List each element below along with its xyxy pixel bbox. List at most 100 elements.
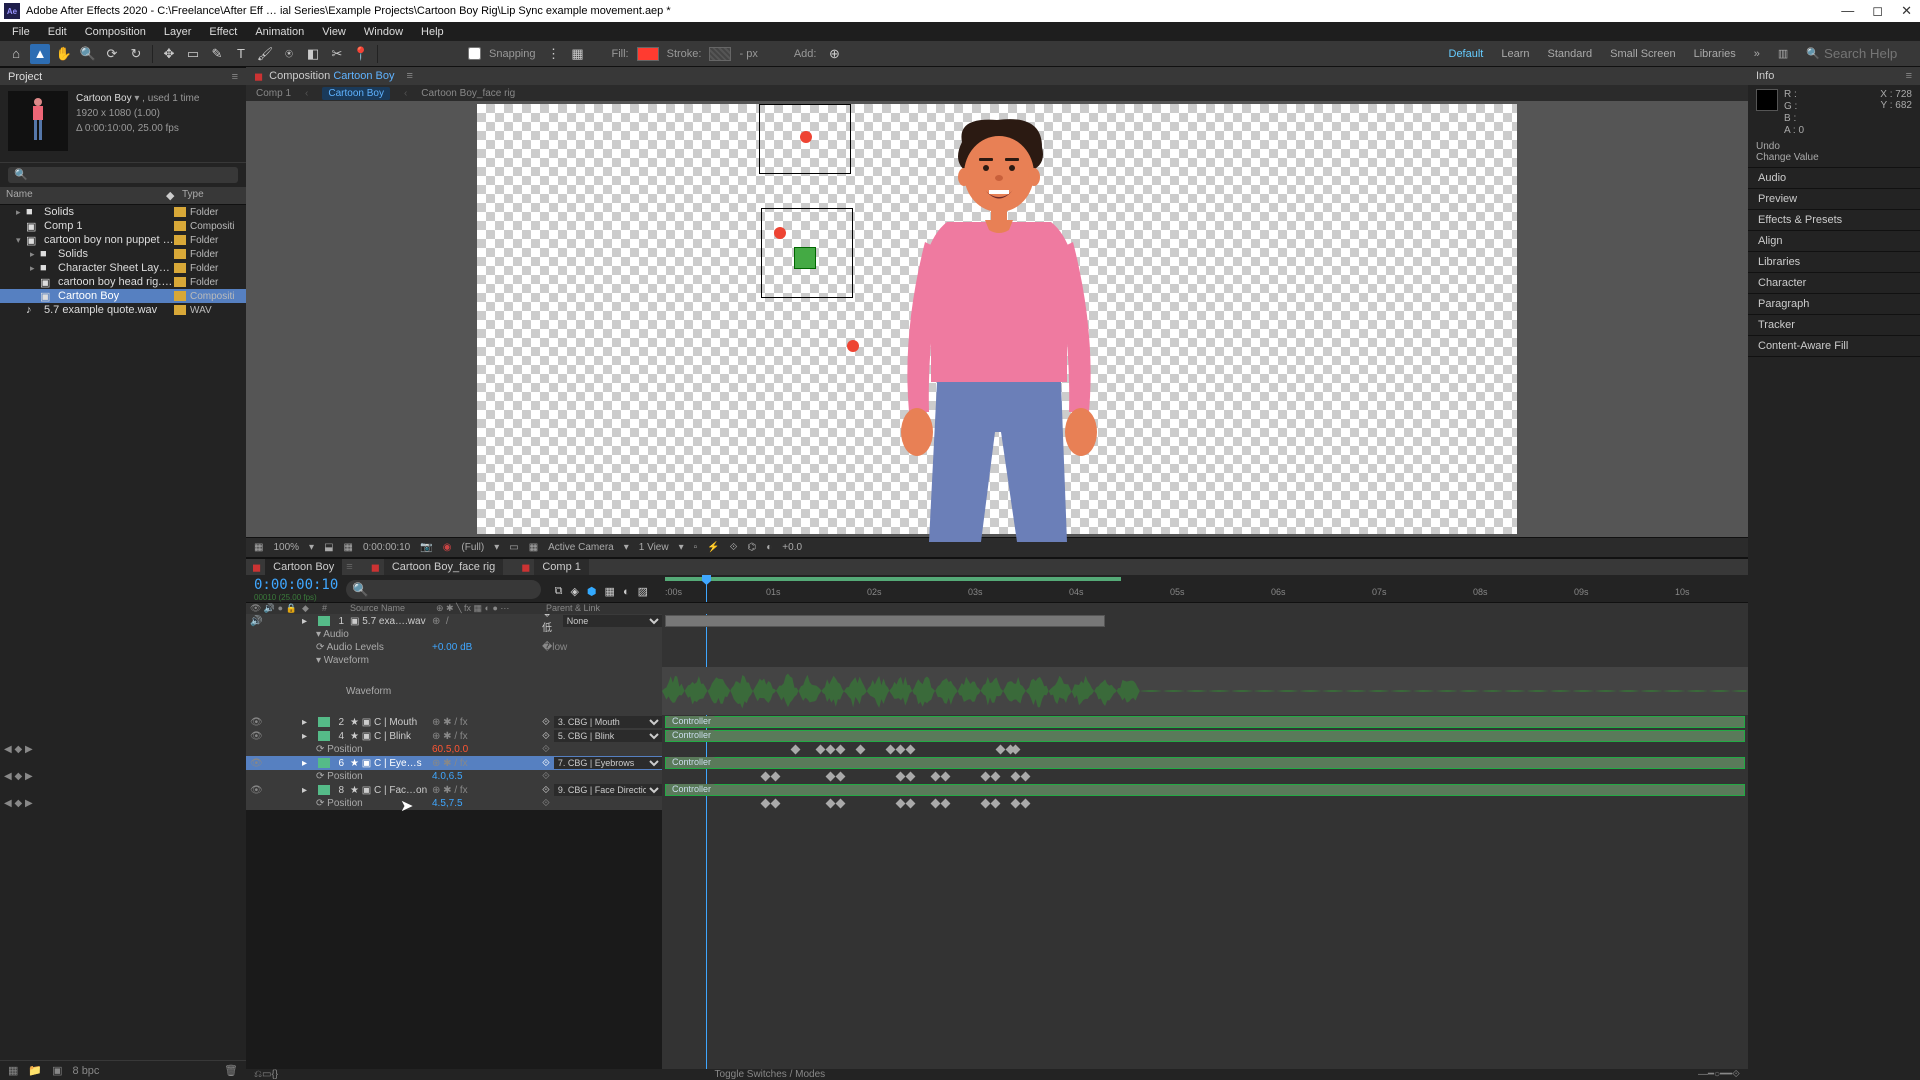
col-type-header[interactable]: Type xyxy=(182,189,240,202)
timeline-tab-comp1[interactable]: Comp 1 xyxy=(534,559,589,575)
channel-icon[interactable]: ◉ xyxy=(443,542,452,553)
panel-audio[interactable]: Audio xyxy=(1748,168,1920,189)
close-button[interactable]: ✕ xyxy=(1901,3,1912,19)
comp-panel-tab[interactable]: ◼ Composition Cartoon Boy ≡ xyxy=(246,67,1748,85)
col-modes[interactable]: ⊕ ✱ ╲ fx ▦ ◐ ● ⋯ xyxy=(432,603,542,614)
motion-blur-icon[interactable]: ◐ xyxy=(623,586,630,598)
snap-opt-icon[interactable]: ⋮ xyxy=(544,44,564,64)
track-row[interactable]: Controller xyxy=(662,729,1748,743)
project-item[interactable]: ▸■SolidsFolder xyxy=(0,247,246,261)
crumb-cartoon-boy[interactable]: Cartoon Boy xyxy=(322,87,390,100)
menu-effect[interactable]: Effect xyxy=(201,24,245,40)
exposure-value[interactable]: +0.0 xyxy=(782,542,802,553)
new-comp-icon[interactable]: ▣ xyxy=(52,1064,62,1077)
menu-animation[interactable]: Animation xyxy=(247,24,312,40)
timeline-search-input[interactable] xyxy=(346,580,540,599)
timeline-row[interactable]: ⟳ Audio Levels+0.00 dB�low xyxy=(246,641,662,654)
project-search-input[interactable] xyxy=(8,167,238,183)
timeline-row[interactable]: 👁▸2★ ▣ C | Mouth⊕ ✱ / fx⟐ 3. CBG | Mouth xyxy=(246,715,662,729)
toggle-expr-icon[interactable]: {} xyxy=(271,1069,278,1080)
mouth-controller-box[interactable] xyxy=(759,104,851,174)
col-label-icon[interactable]: ◆ xyxy=(166,189,182,202)
toggle-switches-modes[interactable]: Toggle Switches / Modes xyxy=(715,1069,826,1080)
zoom-slider[interactable]: ━○━━ xyxy=(1708,1069,1732,1080)
eraser-tool[interactable]: ◧ xyxy=(303,44,323,64)
always-preview-icon[interactable]: ▦ xyxy=(254,542,263,553)
stroke-swatch[interactable] xyxy=(709,47,731,61)
zoom-tool[interactable]: 🔍 xyxy=(78,44,98,64)
comp-mini-flowchart-icon[interactable]: ⧉ xyxy=(555,585,563,598)
snap-grid-icon[interactable]: ▦ xyxy=(568,44,588,64)
project-item[interactable]: ▾▣cartoon boy non puppet pin.aepFolder xyxy=(0,233,246,247)
resolution-menu[interactable]: (Full) xyxy=(461,542,484,553)
workspace-smallscreen[interactable]: Small Screen xyxy=(1610,48,1675,60)
maximize-button[interactable]: ◻ xyxy=(1872,3,1883,19)
col-name-header[interactable]: Name xyxy=(6,189,166,202)
toggle-clip-icon[interactable]: ▭ xyxy=(262,1069,271,1080)
timeline-row[interactable]: ◀ ◆ ▶⟳ Position4.5,7.5⟐ xyxy=(246,797,662,810)
panel-content-aware-fill[interactable]: Content-Aware Fill xyxy=(1748,336,1920,357)
info-panel-menu-icon[interactable]: ≡ xyxy=(1906,70,1912,82)
timeline-row[interactable]: 👁▸4★ ▣ C | Blink⊕ ✱ / fx⟐ 5. CBG | Blink xyxy=(246,729,662,743)
timeline-tab-cartoon-boy[interactable]: Cartoon Boy xyxy=(265,559,342,575)
work-area-bar[interactable] xyxy=(665,577,1121,581)
frame-blend-icon[interactable]: ▦ xyxy=(605,585,615,598)
col-source-name[interactable]: Source Name xyxy=(346,603,432,614)
res-half-icon[interactable]: ⬓ xyxy=(324,542,333,553)
crumb-face-rig[interactable]: Cartoon Boy_face rig xyxy=(421,88,515,99)
track-row[interactable] xyxy=(662,628,1748,641)
home-button[interactable]: ⌂ xyxy=(6,44,26,64)
face-joystick-handle[interactable] xyxy=(794,247,816,269)
stroke-px[interactable]: - px xyxy=(739,48,757,60)
timeline-row[interactable]: Waveform xyxy=(246,667,662,715)
timeline-row[interactable]: ▾ Audio xyxy=(246,628,662,641)
track-row[interactable]: Controller xyxy=(662,715,1748,729)
pixel-aspect-icon[interactable]: ▫ xyxy=(694,542,698,553)
panel-paragraph[interactable]: Paragraph xyxy=(1748,294,1920,315)
track-row[interactable] xyxy=(662,797,1748,810)
project-item[interactable]: ▸■Character Sheet LayersFolder xyxy=(0,261,246,275)
zoom-out-icon[interactable]: — xyxy=(1698,1069,1708,1080)
workspace-libraries[interactable]: Libraries xyxy=(1694,48,1736,60)
transparency-icon[interactable]: ▦ xyxy=(529,542,538,553)
panel-libraries[interactable]: Libraries xyxy=(1748,252,1920,273)
toggle-hold-icon[interactable]: ⎌ xyxy=(254,1069,262,1080)
anchor-tool[interactable]: ✥ xyxy=(159,44,179,64)
reset-workspace-icon[interactable]: ▥ xyxy=(1778,47,1788,60)
workspace-learn[interactable]: Learn xyxy=(1501,48,1529,60)
panel-tracker[interactable]: Tracker xyxy=(1748,315,1920,336)
menu-composition[interactable]: Composition xyxy=(77,24,154,40)
clone-tool[interactable]: ⍟ xyxy=(279,44,299,64)
info-panel-tab[interactable]: Info≡ xyxy=(1748,67,1920,85)
viewer-timecode[interactable]: 0:00:00:10 xyxy=(363,542,410,553)
menu-view[interactable]: View xyxy=(314,24,354,40)
track-row[interactable]: Controller xyxy=(662,783,1748,797)
project-panel-tab[interactable]: Project≡ xyxy=(0,67,246,85)
type-tool[interactable]: T xyxy=(231,44,251,64)
timeline-row[interactable]: ▾ Waveform xyxy=(246,654,662,667)
track-row[interactable] xyxy=(662,667,1748,715)
track-row[interactable] xyxy=(662,654,1748,667)
track-row[interactable] xyxy=(662,641,1748,654)
menu-edit[interactable]: Edit xyxy=(40,24,75,40)
timeline-row[interactable]: ◀ ◆ ▶⟳ Position60.5,0.0⟐ xyxy=(246,743,662,756)
puppet-tool[interactable]: 📍 xyxy=(351,44,371,64)
track-row[interactable] xyxy=(662,614,1748,628)
new-folder-icon[interactable]: 📁 xyxy=(28,1064,42,1077)
snapshot-icon[interactable]: 📷 xyxy=(420,542,432,553)
project-item[interactable]: ▸■SolidsFolder xyxy=(0,205,246,219)
track-row[interactable] xyxy=(662,770,1748,783)
trash-icon[interactable]: 🗑 xyxy=(224,1064,238,1077)
timeline-row[interactable]: ◀ ◆ ▶⟳ Position4.0,6.5⟐ xyxy=(246,770,662,783)
brush-tool[interactable]: 🖌 xyxy=(255,44,275,64)
res-grid-icon[interactable]: ▦ xyxy=(344,542,353,553)
menu-help[interactable]: Help xyxy=(413,24,452,40)
timeline-row[interactable]: 🔊▸1▣ 5.7 exa….wav⊕ /�低 None xyxy=(246,614,662,628)
panel-character[interactable]: Character xyxy=(1748,273,1920,294)
camera-menu[interactable]: Active Camera xyxy=(548,542,614,553)
zoom-in-icon[interactable]: ⟐ xyxy=(1732,1069,1740,1080)
cartoon-boy-character[interactable] xyxy=(867,112,1127,542)
views-menu[interactable]: 1 View xyxy=(639,542,669,553)
bpc-toggle[interactable]: 8 bpc xyxy=(73,1065,100,1077)
selection-tool[interactable]: ▲ xyxy=(30,44,50,64)
